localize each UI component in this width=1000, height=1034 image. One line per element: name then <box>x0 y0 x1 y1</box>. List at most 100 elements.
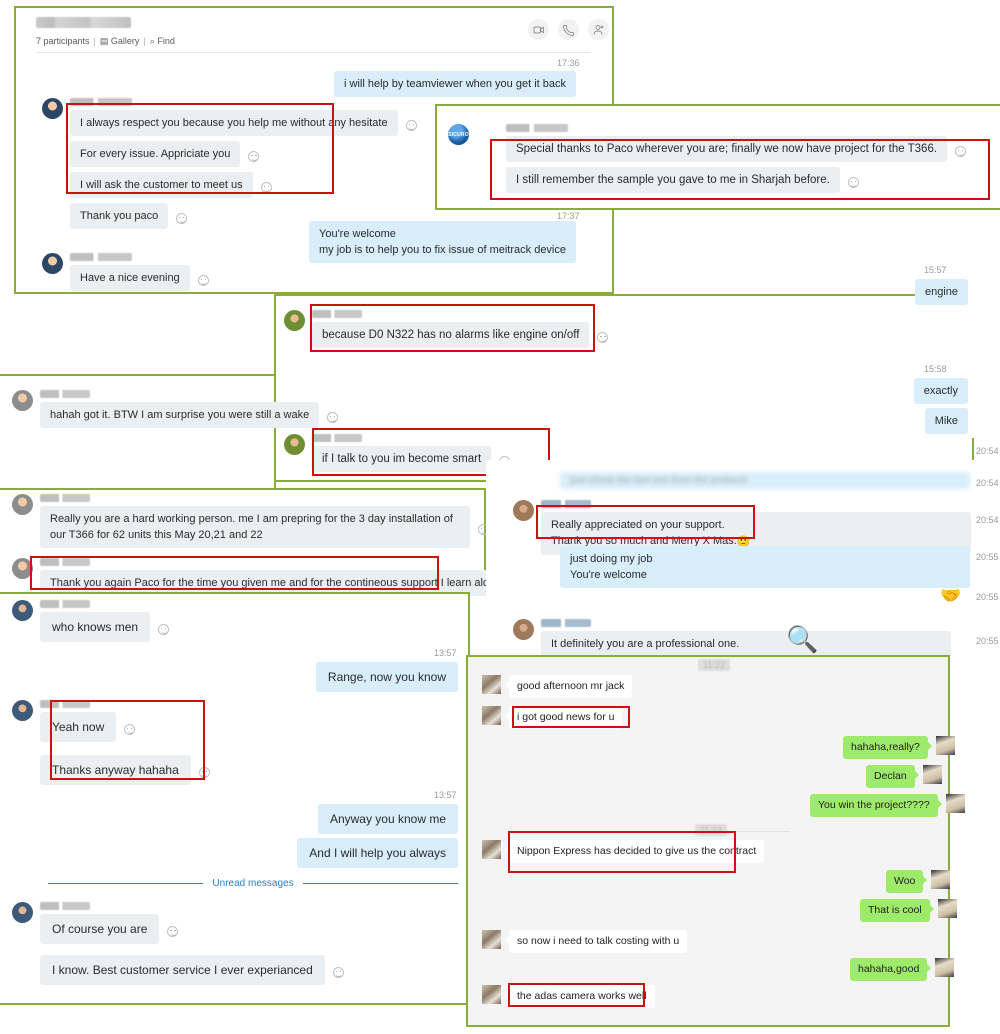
bottom-left-out-1: Range, now you know <box>180 662 458 696</box>
message-bubble[interactable]: I know. Best customer service I ever exp… <box>40 955 325 985</box>
emoji-reaction-icon[interactable] <box>158 624 170 635</box>
avatar-sicuro-logo[interactable]: SICURO <box>448 124 469 145</box>
avatar[interactable] <box>931 870 951 889</box>
wechat-row-3: hahaha,really? <box>843 736 955 759</box>
avatar[interactable] <box>513 500 534 521</box>
avatar[interactable] <box>922 765 942 784</box>
message-bubble[interactable]: Have a nice evening <box>70 265 190 291</box>
message-bubble[interactable]: hahaha,good <box>850 958 932 981</box>
avatar[interactable] <box>12 558 33 579</box>
wechat-row-9: so now i need to talk costing with u <box>482 930 688 953</box>
voice-call-icon[interactable] <box>558 19 579 40</box>
emoji-reaction-icon[interactable] <box>248 151 260 162</box>
emoji-reaction-icon[interactable] <box>955 146 967 157</box>
message-bubble[interactable]: Yeah now <box>40 712 117 742</box>
message-bubble[interactable]: Special thanks to Paco wherever you are;… <box>506 136 948 162</box>
avatar[interactable] <box>513 619 534 640</box>
message-bubble[interactable]: Thanks anyway hahaha <box>40 755 191 785</box>
avatar[interactable] <box>482 930 501 949</box>
message-bubble[interactable]: That is cool <box>860 899 934 922</box>
sender-name-redacted <box>40 600 90 608</box>
avatar[interactable] <box>284 434 305 455</box>
mid-message-group-2: if I talk to you im become smart <box>284 434 511 477</box>
avatar[interactable] <box>12 390 33 411</box>
emoji-reaction-icon[interactable] <box>124 724 136 735</box>
message-bubble[interactable]: just doing my job You're welcome <box>560 546 970 588</box>
sicuro-logo-text: SICURO <box>448 131 469 138</box>
message-bubble[interactable]: Thank you paco <box>70 203 169 229</box>
bottom-left-yeah-group: Yeah now Thanks anyway hahaha <box>12 700 210 790</box>
avatar[interactable] <box>482 706 501 725</box>
message-bubble[interactable]: engine <box>914 279 968 305</box>
emoji-reaction-icon[interactable] <box>176 213 188 224</box>
message-bubble[interactable]: hahaha,really? <box>843 736 932 759</box>
search-icon[interactable]: ⌕ <box>150 36 155 46</box>
message-bubble[interactable]: i will help by teamviewer when you get i… <box>334 71 576 97</box>
avatar[interactable] <box>482 840 501 859</box>
timestamp-2055-a: 20:55 <box>976 552 999 562</box>
gallery-link[interactable]: Gallery <box>111 36 140 46</box>
message-bubble[interactable]: Mike <box>924 408 968 434</box>
message-bubble[interactable]: Really you are a hard working person. me… <box>40 506 470 548</box>
sender-name-redacted <box>40 700 90 708</box>
emoji-reaction-icon[interactable] <box>332 967 344 978</box>
header-divider <box>36 52 591 53</box>
message-bubble[interactable]: I still remember the sample you gave to … <box>506 167 840 193</box>
message-bubble[interactable]: Range, now you know <box>315 662 458 692</box>
add-people-icon[interactable] <box>588 19 609 40</box>
avatar[interactable] <box>12 902 33 923</box>
message-bubble[interactable]: because D0 N322 has no alarms like engin… <box>312 322 590 348</box>
message-bubble[interactable]: Woo <box>886 870 928 893</box>
avatar[interactable] <box>935 958 955 977</box>
message-bubble[interactable]: Of course you are <box>40 914 160 944</box>
sender-name-redacted <box>506 124 568 132</box>
message-bubble[interactable]: I will ask the customer to meet us <box>70 172 253 198</box>
avatar[interactable] <box>42 253 63 274</box>
avatar[interactable] <box>482 675 501 694</box>
avatar[interactable] <box>12 600 33 621</box>
message-bubble[interactable]: Declan <box>866 765 919 788</box>
avatar[interactable] <box>284 310 305 331</box>
avatar[interactable] <box>935 736 955 755</box>
message-bubble[interactable]: And I will help you always <box>297 838 458 868</box>
message-bubble[interactable]: who knows men <box>40 612 151 642</box>
message-bubble[interactable]: You're welcome my job is to help you to … <box>309 221 576 263</box>
timestamp-2054-b: 20:54 <box>976 478 999 488</box>
find-link[interactable]: Find <box>157 36 175 46</box>
message-bubble[interactable]: i got good news for u <box>504 706 623 729</box>
message-bubble[interactable]: I always respect you because you help me… <box>70 110 398 136</box>
avatar[interactable] <box>12 700 33 721</box>
message-bubble[interactable]: the adas camera works well <box>505 985 655 1008</box>
emoji-reaction-icon[interactable] <box>260 182 272 193</box>
emoji-reaction-icon[interactable] <box>198 767 210 778</box>
emoji-reaction-icon[interactable] <box>597 332 609 343</box>
message-bubble[interactable]: You win the project???? <box>810 794 942 817</box>
incoming-message-group-1: I always respect you because you help me… <box>42 98 417 234</box>
video-call-icon[interactable] <box>528 19 549 40</box>
avatar[interactable] <box>42 98 63 119</box>
message-bubble[interactable]: hahah got it. BTW I am surprise you were… <box>40 402 320 428</box>
message-bubble[interactable]: just check the last one from the protoco… <box>560 472 970 489</box>
avatar[interactable] <box>945 794 965 813</box>
message-bubble[interactable]: It definitely you are a professional one… <box>541 631 951 657</box>
sicuro-message-group: SICURO Special thanks to Paco wherever y… <box>448 124 967 198</box>
emoji-reaction-icon[interactable] <box>327 412 339 423</box>
avatar[interactable] <box>482 985 501 1004</box>
gallery-icon[interactable]: ▤ <box>100 36 109 46</box>
emoji-reaction-icon[interactable] <box>405 120 417 131</box>
message-bubble[interactable]: exactly <box>913 378 968 404</box>
avatar[interactable] <box>937 899 957 918</box>
message-bubble[interactable]: so now i need to talk costing with u <box>504 930 688 953</box>
wechat-row-10: hahaha,good <box>850 958 955 981</box>
message-bubble[interactable]: Anyway you know me <box>317 804 458 834</box>
emoji-reaction-icon[interactable] <box>167 926 179 937</box>
unread-messages-label: Unread messages <box>212 878 294 889</box>
message-bubble[interactable]: if I talk to you im become smart <box>312 446 492 472</box>
emoji-reaction-icon[interactable] <box>847 177 859 188</box>
emoji-reaction-icon[interactable] <box>197 275 209 286</box>
wechat-row-7: Woo <box>886 870 951 893</box>
message-bubble[interactable]: For every issue. Appriciate you <box>70 141 241 167</box>
message-bubble[interactable]: Nippon Express has decided to give us th… <box>504 840 765 863</box>
message-bubble[interactable]: good afternoon mr jack <box>504 675 633 698</box>
avatar[interactable] <box>12 494 33 515</box>
